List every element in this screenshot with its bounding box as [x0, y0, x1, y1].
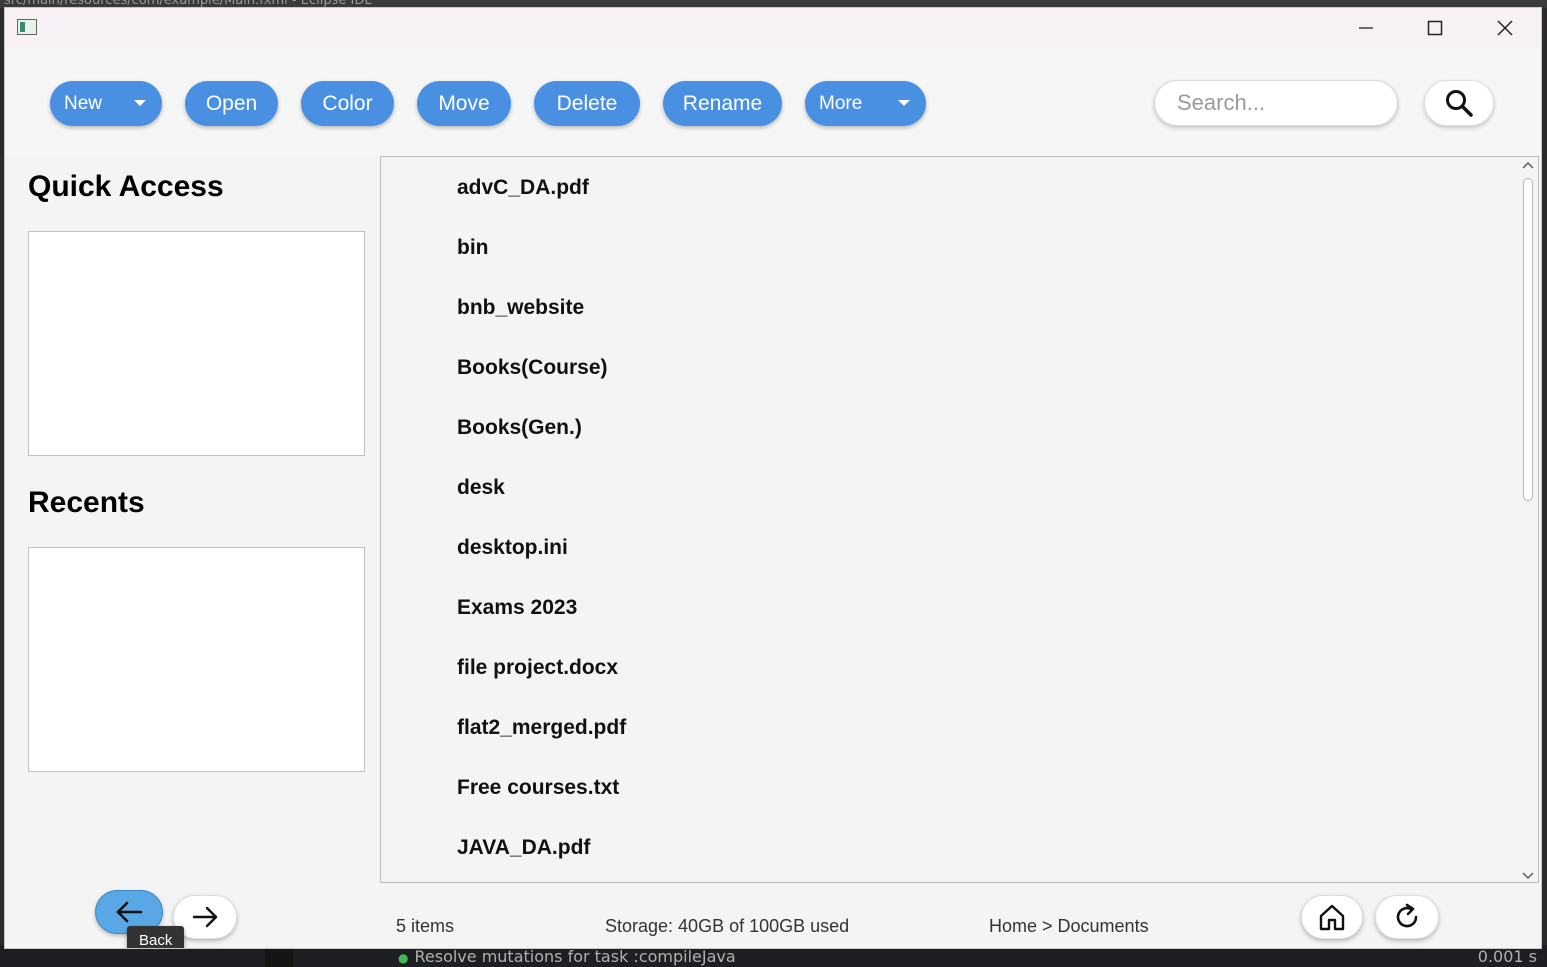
back-arrow-icon [116, 901, 143, 923]
file-item[interactable]: Books(Course) [457, 356, 608, 380]
breadcrumb[interactable]: Home > Documents [989, 916, 1149, 937]
new-button-label: New [64, 92, 103, 114]
more-button-label: More [819, 92, 863, 114]
scroll-down-icon[interactable] [1522, 872, 1534, 880]
file-item[interactable]: desktop.ini [457, 536, 568, 560]
file-item[interactable]: bin [457, 236, 489, 260]
maximize-button[interactable] [1401, 8, 1469, 48]
close-button[interactable] [1471, 8, 1539, 48]
delete-button[interactable]: Delete [534, 81, 640, 126]
toolbar: New Open Color Move Delete Rename More [5, 48, 1541, 156]
vertical-scrollbar[interactable] [1518, 157, 1538, 882]
quick-access-title: Quick Access [28, 170, 224, 203]
more-button[interactable]: More [805, 81, 926, 126]
search-icon [1446, 90, 1473, 117]
recents-title: Recents [28, 486, 145, 519]
forward-arrow-icon [192, 906, 218, 928]
file-item[interactable]: Books(Gen.) [457, 416, 582, 440]
file-item[interactable]: flat2_merged.pdf [457, 716, 626, 740]
chevron-down-icon[interactable] [134, 100, 146, 106]
file-item[interactable]: JAVA_DA.pdf [457, 836, 590, 860]
color-button[interactable]: Color [301, 81, 394, 126]
rename-button[interactable]: Rename [663, 81, 782, 126]
search-button[interactable] [1424, 80, 1494, 126]
file-explorer-window: New Open Color Move Delete Rename More Q… [4, 7, 1542, 949]
file-item[interactable]: file project.docx [457, 656, 618, 680]
chevron-down-icon[interactable] [898, 100, 910, 106]
file-item[interactable]: Free courses.txt [457, 776, 619, 800]
file-list[interactable]: advC_DA.pdf bin bnb_website Books(Course… [380, 156, 1539, 883]
storage-status: Storage: 40GB of 100GB used [605, 916, 850, 936]
file-item[interactable]: advC_DA.pdf [457, 176, 589, 200]
scrollbar-thumb[interactable] [1523, 178, 1533, 501]
file-item[interactable]: bnb_website [457, 296, 584, 320]
status-bar: 5 items Storage: 40GB of 100GB used Home… [5, 884, 1541, 948]
home-icon [1319, 904, 1345, 931]
minimize-button[interactable] [1332, 8, 1400, 48]
file-item[interactable]: Exams 2023 [457, 596, 577, 620]
minimize-icon [1359, 27, 1373, 29]
background-console-time: 0.001 s [1477, 947, 1537, 966]
search-input[interactable] [1154, 80, 1398, 126]
check-icon: ● [398, 951, 409, 965]
background-console-text: Resolve mutations for task :compileJava [414, 947, 736, 966]
file-item[interactable]: desk [457, 476, 505, 500]
back-tooltip: Back [127, 926, 185, 948]
new-button[interactable]: New [50, 81, 162, 126]
title-bar[interactable] [5, 8, 1541, 48]
move-button[interactable]: Move [417, 81, 511, 126]
close-icon [1497, 20, 1513, 36]
maximize-icon [1427, 20, 1443, 36]
item-count: 5 items [396, 916, 455, 936]
sidebar: Quick Access Recents [5, 156, 380, 884]
refresh-button[interactable] [1375, 895, 1439, 939]
recents-list[interactable] [28, 547, 365, 772]
refresh-icon [1396, 903, 1418, 928]
app-icon [17, 19, 37, 35]
scroll-up-icon[interactable] [1522, 161, 1534, 169]
background-console-status: ● Resolve mutations for task :compileJava [398, 947, 736, 966]
open-button[interactable]: Open [185, 81, 278, 126]
quick-access-list[interactable] [28, 231, 365, 456]
home-button[interactable] [1301, 895, 1363, 939]
